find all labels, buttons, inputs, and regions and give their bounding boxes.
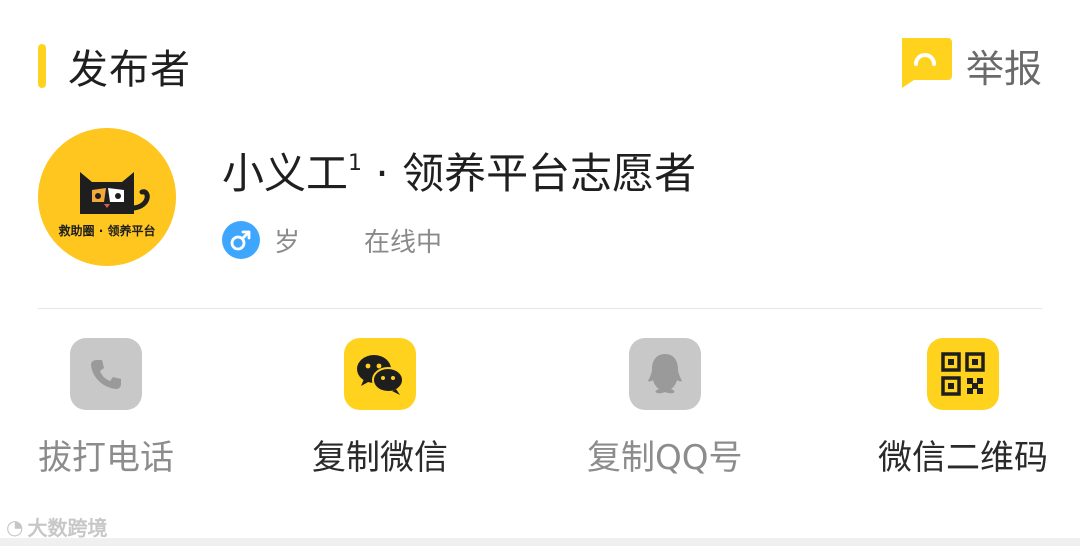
publisher-role: · 领养平台志愿者 (362, 149, 697, 198)
copy-wechat-button[interactable]: 复制微信 (312, 338, 448, 479)
report-button[interactable]: 举报 (896, 36, 1042, 94)
wechat-icon (344, 338, 416, 410)
watermark: ◔ 大数跨境 (6, 512, 107, 541)
publisher-name-main: 小义工 (222, 149, 349, 198)
copy-qq-label: 复制QQ号 (587, 438, 743, 478)
call-button[interactable]: 拔打电话 (38, 338, 174, 479)
wechat-qr-button[interactable]: 微信二维码 (878, 338, 1048, 479)
divider (38, 308, 1042, 309)
publisher-meta: 岁 在线中 (222, 220, 442, 260)
accent-bar (38, 44, 46, 88)
avatar[interactable]: 救助圈 · 领养平台 (38, 128, 176, 266)
section-title: 发布者 (68, 47, 191, 93)
male-icon (222, 221, 260, 259)
wechat-qr-label: 微信二维码 (878, 438, 1048, 478)
copy-wechat-label: 复制微信 (312, 438, 448, 478)
report-label: 举报 (965, 46, 1042, 91)
age-label: 岁 (274, 227, 301, 258)
avatar-caption: 救助圈 · 领养平台 (58, 224, 156, 238)
publisher-name-sup: 1 (348, 151, 363, 176)
qr-code-icon (927, 338, 999, 410)
copy-qq-button[interactable]: 复制QQ号 (587, 338, 743, 479)
section-header: 发布者 (38, 38, 191, 94)
bottom-strip (0, 538, 1080, 546)
report-icon (896, 36, 966, 94)
online-status: 在线中 (364, 227, 443, 258)
phone-icon (70, 338, 142, 410)
qq-icon (628, 338, 701, 410)
publisher-name: 小义工1 · 领养平台志愿者 (222, 140, 696, 201)
watermark-text: 大数跨境 (27, 516, 108, 540)
call-label: 拔打电话 (38, 438, 174, 478)
watermark-logo-icon: ◔ (6, 514, 24, 539)
